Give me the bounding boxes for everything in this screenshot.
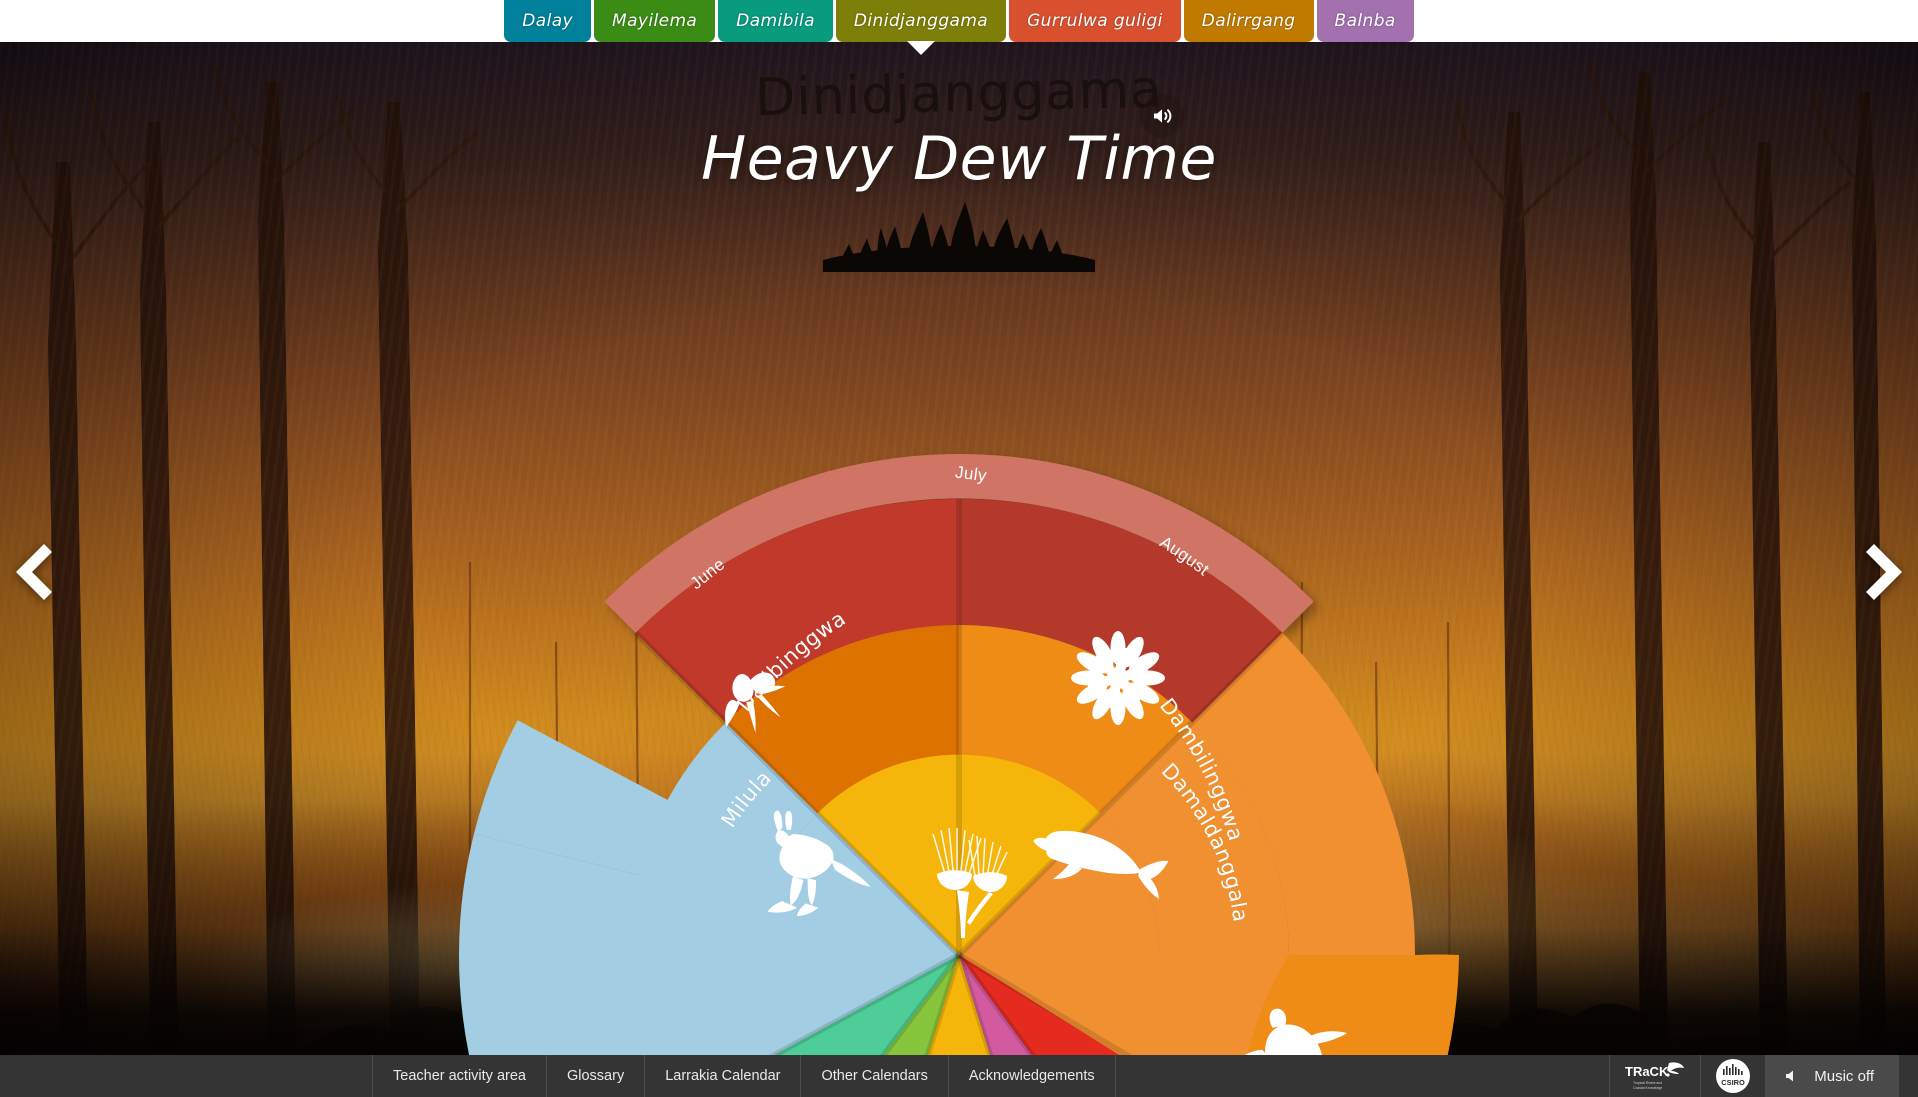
month-label-july: July — [954, 463, 988, 486]
svg-text:CSIRO: CSIRO — [1722, 1078, 1746, 1087]
footer-link-teacher-activity-area[interactable]: Teacher activity area — [372, 1055, 546, 1097]
track-logo[interactable]: TRaCK Tropical Rivers and Coastal Knowle… — [1609, 1055, 1700, 1097]
season-tab-label: Gurrulwa guligi — [1027, 11, 1163, 31]
music-toggle-button[interactable]: Music off — [1765, 1055, 1898, 1097]
footer-links: Teacher activity area Glossary Larrakia Ca… — [372, 1055, 1115, 1097]
season-tab-mayilema[interactable]: Mayilema — [594, 0, 716, 42]
speaker-icon — [1154, 109, 1172, 123]
season-tab-label: Damibila — [736, 11, 815, 31]
season-tab-dinidjanggama[interactable]: Dinidjanggama — [835, 0, 1007, 55]
calendar-app: Dalay Mayilema Damibila Dinidjanggama Gurrul… — [0, 0, 1918, 1097]
audio-play-button[interactable] — [1140, 94, 1184, 138]
footer-left-spacer — [0, 1055, 372, 1097]
csiro-logo[interactable]: CSIRO — [1700, 1055, 1765, 1097]
stage: Dinidjanggama Heavy Dew Time Dadbinggwa … — [0, 42, 1918, 1055]
season-tab-damibila[interactable]: Damibila — [718, 0, 833, 42]
seasonal-calendar-wheel: Dadbinggwa Dambilinggwa Milula Damaldang… — [454, 450, 1464, 1055]
season-tab-label: Dinidjanggama — [853, 11, 989, 31]
season-tabstrip: Dalay Mayilema Damibila Dinidjanggama Gurrul… — [504, 0, 1414, 55]
next-season-button[interactable] — [1856, 532, 1912, 612]
speaker-muted-icon — [1786, 1070, 1794, 1082]
season-tab-label: Dalirrgang — [1201, 11, 1296, 31]
chevron-right-icon — [1866, 544, 1902, 600]
footer-link-other-calendars[interactable]: Other Calendars — [800, 1055, 947, 1097]
footer-link-glossary[interactable]: Glossary — [545, 1055, 644, 1097]
season-tab-label: Mayilema — [612, 11, 698, 31]
svg-text:Tropical Rivers and: Tropical Rivers and — [1633, 1081, 1662, 1085]
season-tab-label: Dalay — [522, 11, 574, 31]
season-tab-label: Balnba — [1334, 11, 1396, 31]
footer-link-larrakia-calendar[interactable]: Larrakia Calendar — [644, 1055, 800, 1097]
footer-right-spacer — [1898, 1055, 1918, 1097]
svg-text:TRaCK: TRaCK — [1625, 1064, 1669, 1079]
music-toggle-label: Music off — [1814, 1067, 1874, 1085]
active-tab-pointer — [907, 41, 935, 55]
footer-bar: Teacher activity area Glossary Larrakia Ca… — [0, 1055, 1918, 1097]
season-tab-balnba[interactable]: Balnba — [1316, 0, 1414, 42]
chevron-left-icon — [16, 544, 52, 600]
footer-spacer — [1114, 1055, 1610, 1097]
season-tab-dalirrgang[interactable]: Dalirrgang — [1183, 0, 1314, 42]
season-tab-dalay[interactable]: Dalay — [504, 0, 592, 42]
previous-season-button[interactable] — [6, 532, 62, 612]
season-tab-gurrulwa-guligi[interactable]: Gurrulwa guligi — [1009, 0, 1181, 42]
season-tab-bar: Dalay Mayilema Damibila Dinidjanggama Gurrul… — [0, 0, 1918, 55]
footer-link-acknowledgements[interactable]: Acknowledgements — [947, 1055, 1115, 1097]
svg-text:Coastal Knowledge: Coastal Knowledge — [1633, 1086, 1662, 1090]
